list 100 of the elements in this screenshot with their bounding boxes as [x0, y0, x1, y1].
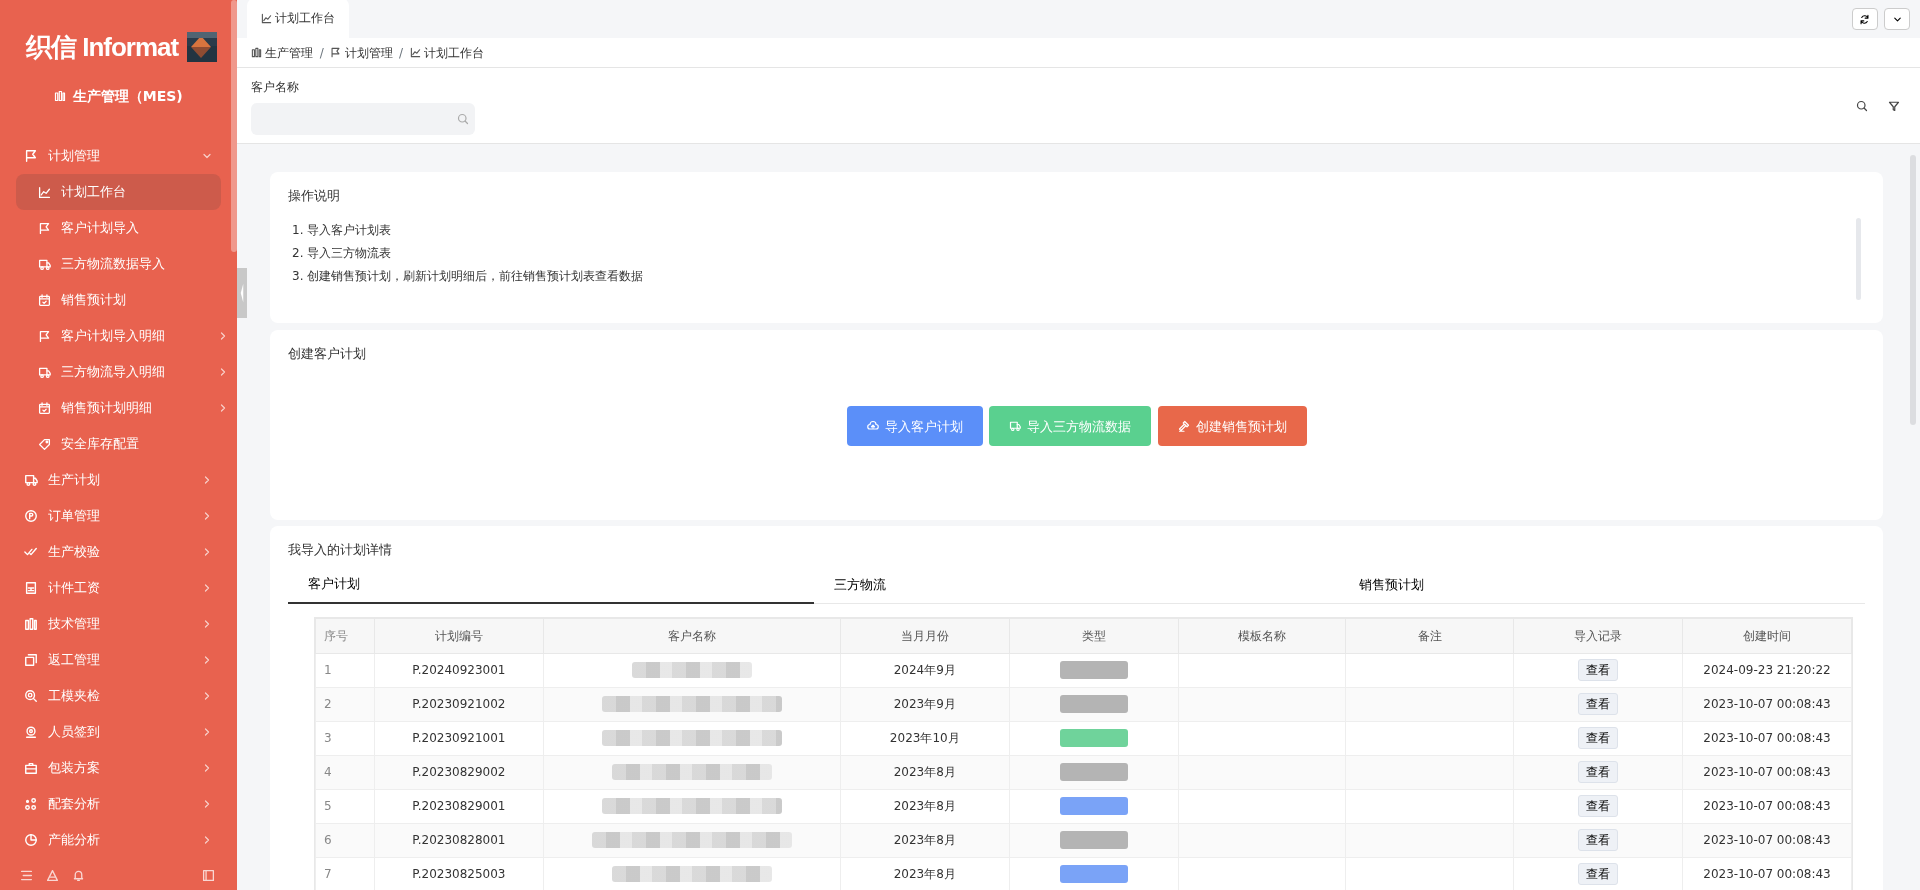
- sidebar-item[interactable]: 包装方案: [0, 750, 237, 786]
- view-button[interactable]: 查看: [1578, 659, 1619, 681]
- sidebar-item[interactable]: 计划管理: [0, 138, 237, 174]
- column-header: 模板名称: [1178, 618, 1346, 653]
- card-title: 操作说明: [288, 187, 341, 205]
- sidebar-item[interactable]: 生产计划: [0, 462, 237, 498]
- view-button[interactable]: 查看: [1578, 829, 1619, 851]
- sidebar-item[interactable]: 客户计划导入: [16, 210, 221, 246]
- sidebar-item[interactable]: 安全库存配置: [16, 426, 221, 462]
- table-cell: 2: [315, 687, 375, 721]
- table-cell: 2023-10-07 00:08:43: [1682, 755, 1852, 789]
- table-cell: 2023-10-07 00:08:43: [1682, 823, 1852, 857]
- instruction-step: 3. 创建销售预计划，刷新计划明细后，前往销售预计划表查看数据: [288, 264, 1865, 288]
- chart-icon: [261, 12, 272, 24]
- table-cell: P.20230828001: [374, 823, 544, 857]
- person-pin-icon: [24, 725, 38, 739]
- sidebar-item[interactable]: 销售预计划: [16, 282, 221, 318]
- sidebar-item[interactable]: 生产校验: [0, 534, 237, 570]
- table-cell: 2023年8月: [840, 823, 1010, 857]
- page-tab[interactable]: 计划工作台: [247, 0, 350, 38]
- tag-icon: [38, 437, 51, 451]
- breadcrumb-item[interactable]: 计划工作台: [409, 43, 484, 62]
- breadcrumb-separator: /: [399, 44, 404, 62]
- sidebar-item[interactable]: 技术管理: [0, 606, 237, 642]
- table-cell: 2023-10-07 00:08:43: [1682, 687, 1852, 721]
- view-button[interactable]: 查看: [1578, 795, 1619, 817]
- sidebar-item[interactable]: 三方物流导入明细: [16, 354, 221, 390]
- logo: 织信 Informat: [26, 30, 179, 64]
- chart-icon: [409, 47, 421, 58]
- copy-icon: [24, 653, 38, 667]
- sidebar-item[interactable]: 配套分析: [0, 786, 237, 822]
- column-header: 导入记录: [1513, 618, 1683, 653]
- table-cell: P.20230921001: [374, 721, 544, 755]
- flag-icon: [24, 149, 38, 163]
- column-header: 序号: [315, 618, 375, 653]
- breadcrumb-separator: /: [319, 44, 324, 62]
- calculator-icon: [24, 581, 38, 595]
- hammer-icon: [1177, 420, 1190, 433]
- sidebar-toggle-icon[interactable]: [202, 869, 215, 882]
- action-button[interactable]: 导入三方物流数据: [989, 406, 1151, 447]
- calendar-icon: [38, 293, 51, 307]
- column-header: 客户名称: [543, 618, 841, 653]
- column-header: 类型: [1009, 618, 1179, 653]
- sidebar-item[interactable]: 三方物流数据导入: [16, 246, 221, 282]
- table-cell: 5: [315, 789, 375, 823]
- instruction-step: 2. 导入三方物流表: [288, 241, 1865, 265]
- columns-icon: [251, 47, 262, 58]
- search-icon[interactable]: [1856, 99, 1868, 112]
- sidebar-item[interactable]: 计件工资: [0, 570, 237, 606]
- view-button[interactable]: 查看: [1578, 761, 1619, 783]
- column-header: 创建时间: [1682, 618, 1852, 653]
- truck-icon: [38, 365, 51, 379]
- cloud-upload-icon: [866, 420, 879, 433]
- breadcrumb-item[interactable]: 生产管理: [251, 43, 314, 62]
- bell-icon[interactable]: [72, 869, 85, 882]
- table-cell: 6: [315, 823, 375, 857]
- sidebar-item[interactable]: 计划工作台: [16, 174, 221, 210]
- refresh-button[interactable]: [1851, 8, 1878, 30]
- flag-icon: [330, 47, 342, 58]
- warning-icon[interactable]: [46, 869, 59, 882]
- sidebar-item[interactable]: 销售预计划明细: [16, 390, 221, 426]
- table-cell: 2024年9月: [840, 653, 1010, 687]
- table-cell: 2023年10月: [840, 721, 1010, 755]
- table-cell: 2023年9月: [840, 687, 1010, 721]
- sidebar-item[interactable]: 人员签到: [0, 714, 237, 750]
- table-cell: 2024-09-23 21:20:22: [1682, 653, 1852, 687]
- tab[interactable]: 三方物流: [813, 566, 1340, 604]
- table-cell: 2023年8月: [840, 755, 1010, 789]
- table-cell: 1: [315, 653, 375, 687]
- chart-icon: [38, 185, 51, 199]
- table-cell: 2023-10-07 00:08:43: [1682, 721, 1852, 755]
- search-field[interactable]: [251, 102, 475, 135]
- refresh-icon: [1859, 13, 1870, 25]
- columns-icon: [24, 617, 38, 631]
- view-button[interactable]: 查看: [1578, 727, 1619, 749]
- card-title: 创建客户计划: [288, 344, 367, 363]
- sidebar-item[interactable]: 订单管理: [0, 498, 237, 534]
- sidebar-item[interactable]: 工模夹检: [0, 678, 237, 714]
- tab[interactable]: 销售预计划: [1339, 566, 1865, 604]
- filter-icon[interactable]: [1887, 99, 1900, 112]
- menu-icon[interactable]: [20, 869, 33, 882]
- column-header: 备注: [1345, 618, 1514, 653]
- view-button[interactable]: 查看: [1578, 693, 1619, 715]
- sidebar-item[interactable]: 返工管理: [0, 642, 237, 678]
- instruction-step: 1. 导入客户计划表: [288, 218, 1865, 242]
- sidebar-item[interactable]: 产能分析: [0, 822, 237, 858]
- calendar-icon: [38, 401, 51, 415]
- action-button[interactable]: 创建销售预计划: [1157, 406, 1307, 447]
- column-header: 计划编号: [374, 618, 544, 653]
- tab[interactable]: 客户计划: [288, 566, 814, 604]
- dropdown-button[interactable]: [1884, 8, 1910, 30]
- breadcrumb-item[interactable]: 计划管理: [330, 43, 393, 62]
- sidebar-item[interactable]: 客户计划导入明细: [16, 318, 221, 354]
- table-cell: 7: [315, 857, 375, 890]
- view-button[interactable]: 查看: [1578, 863, 1619, 885]
- action-button[interactable]: 导入客户计划: [846, 406, 983, 447]
- magnifier-icon: [24, 689, 38, 703]
- card-title: 我导入的计划详情: [288, 541, 393, 559]
- circles-icon: [24, 797, 38, 811]
- table-cell: P.20240923001: [374, 653, 544, 687]
